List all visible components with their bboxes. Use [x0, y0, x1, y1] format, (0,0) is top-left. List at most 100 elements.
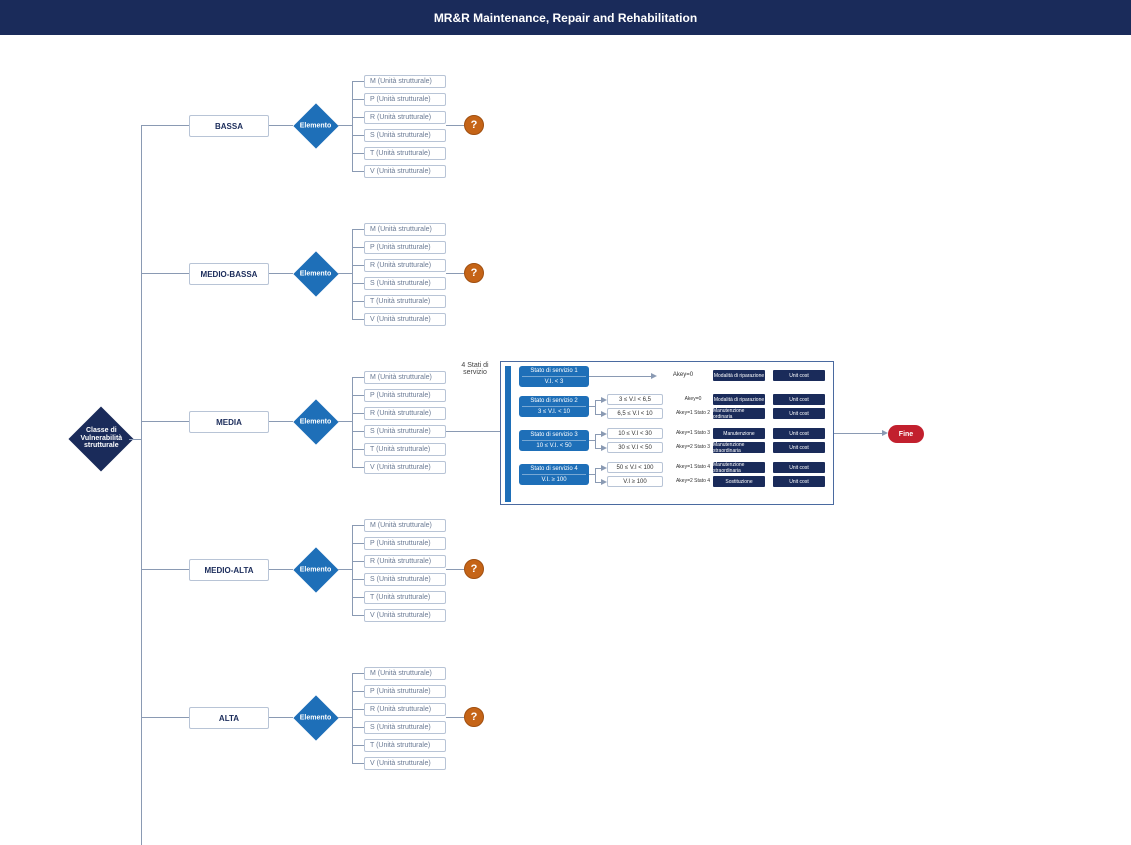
unit-box: S (Unità strutturale) [364, 721, 446, 734]
akey-text: Akey=1 Stato 3 [667, 430, 719, 436]
action-cell: Manutenzione straordinaria [713, 462, 765, 473]
connector [595, 400, 596, 414]
connector [338, 273, 352, 274]
action-cell: Manutenzione ordinaria [713, 408, 765, 419]
akey-text: Akey=1 Stato 2 [667, 410, 719, 416]
connector [141, 125, 189, 126]
unit-box: T (Unità strutturale) [364, 591, 446, 604]
unit-box: P (Unità strutturale) [364, 389, 446, 402]
unit-box: S (Unità strutturale) [364, 573, 446, 586]
unit-box: P (Unità strutturale) [364, 685, 446, 698]
condition-box: 50 ≤ V.I < 100 [607, 462, 663, 473]
unit-box: P (Unità strutturale) [364, 537, 446, 550]
connector [352, 229, 353, 319]
akey-text: Akey=0 [667, 396, 719, 402]
unit-box: M (Unità strutturale) [364, 371, 446, 384]
connector [141, 421, 189, 422]
unit-box: M (Unità strutturale) [364, 519, 446, 532]
connector [141, 569, 189, 570]
connector [352, 745, 364, 746]
connector [834, 433, 882, 434]
unit-box: P (Unità strutturale) [364, 93, 446, 106]
cost-cell: Unit cost [773, 442, 825, 453]
unit-box: S (Unità strutturale) [364, 277, 446, 290]
unit-box: R (Unità strutturale) [364, 407, 446, 420]
service-state-3: Stato di servizio 3 10 ≤ V.I. < 50 [519, 430, 589, 451]
connector [352, 615, 364, 616]
class-box-medio-alta: MEDIO-ALTA [189, 559, 269, 581]
connector [352, 395, 364, 396]
connector [269, 421, 293, 422]
connector [352, 283, 364, 284]
elemento-diamond: Elemento [293, 103, 338, 148]
akey-text: Akey=2 Stato 4 [667, 478, 719, 484]
connector [352, 171, 364, 172]
connector [352, 467, 364, 468]
connector [352, 117, 364, 118]
connector [352, 597, 364, 598]
unit-box: R (Unità strutturale) [364, 259, 446, 272]
panel-side-label: 4 Stati di servizio [455, 362, 495, 376]
connector [595, 434, 596, 448]
action-cell: Modalità di riparazione [713, 394, 765, 405]
cost-cell: Unit cost [773, 394, 825, 405]
connector [352, 525, 353, 615]
condition-box: 30 ≤ V.I < 50 [607, 442, 663, 453]
connector [269, 125, 293, 126]
connector [446, 273, 464, 274]
action-cell: Modalità di riparazione [713, 370, 765, 381]
action-cell: Manutenzione [713, 428, 765, 439]
page-title: MR&R Maintenance, Repair and Rehabilitat… [434, 11, 697, 25]
connector [129, 439, 141, 440]
connector [352, 709, 364, 710]
class-box-medio-bassa: MEDIO-BASSA [189, 263, 269, 285]
connector [589, 376, 651, 377]
connector [352, 525, 364, 526]
cost-cell: Unit cost [773, 370, 825, 381]
unit-box: M (Unità strutturale) [364, 75, 446, 88]
connector [352, 449, 364, 450]
unit-box: S (Unità strutturale) [364, 129, 446, 142]
unit-box: T (Unità strutturale) [364, 147, 446, 160]
connector [352, 763, 364, 764]
connector [141, 273, 189, 274]
unit-box: P (Unità strutturale) [364, 241, 446, 254]
service-state-2: Stato di servizio 2 3 ≤ V.I. < 10 [519, 396, 589, 417]
connector [338, 125, 352, 126]
condition-box: 10 ≤ V.I < 30 [607, 428, 663, 439]
connector [352, 413, 364, 414]
action-cell: Sostituzione [713, 476, 765, 487]
connector [446, 431, 500, 432]
connector [352, 579, 364, 580]
connector [141, 717, 189, 718]
question-badge: ? [464, 559, 484, 579]
service-state-1: Stato di servizio 1 V.I. < 3 [519, 366, 589, 387]
cost-cell: Unit cost [773, 462, 825, 473]
unit-box: V (Unità strutturale) [364, 461, 446, 474]
condition-box: V.I ≥ 100 [607, 476, 663, 487]
connector [338, 421, 352, 422]
connector [352, 301, 364, 302]
unit-box: R (Unità strutturale) [364, 111, 446, 124]
unit-box: V (Unità strutturale) [364, 609, 446, 622]
class-box-bassa: BASSA [189, 115, 269, 137]
connector [338, 569, 352, 570]
connector [352, 727, 364, 728]
connector [352, 153, 364, 154]
unit-box: R (Unità strutturale) [364, 555, 446, 568]
connector [352, 81, 364, 82]
connector [352, 377, 364, 378]
condition-box: 3 ≤ V.I < 6,5 [607, 394, 663, 405]
elemento-diamond: Elemento [293, 547, 338, 592]
root-decision-diamond: Classe di Vulnerabilità strutturale [68, 406, 133, 471]
unit-box: T (Unità strutturale) [364, 443, 446, 456]
connector [352, 319, 364, 320]
unit-box: V (Unità strutturale) [364, 757, 446, 770]
connector [352, 543, 364, 544]
connector [269, 717, 293, 718]
connector [352, 691, 364, 692]
connector [269, 569, 293, 570]
action-cell: Manutenzione straordinaria [713, 442, 765, 453]
unit-box: M (Unità strutturale) [364, 667, 446, 680]
connector [352, 81, 353, 171]
